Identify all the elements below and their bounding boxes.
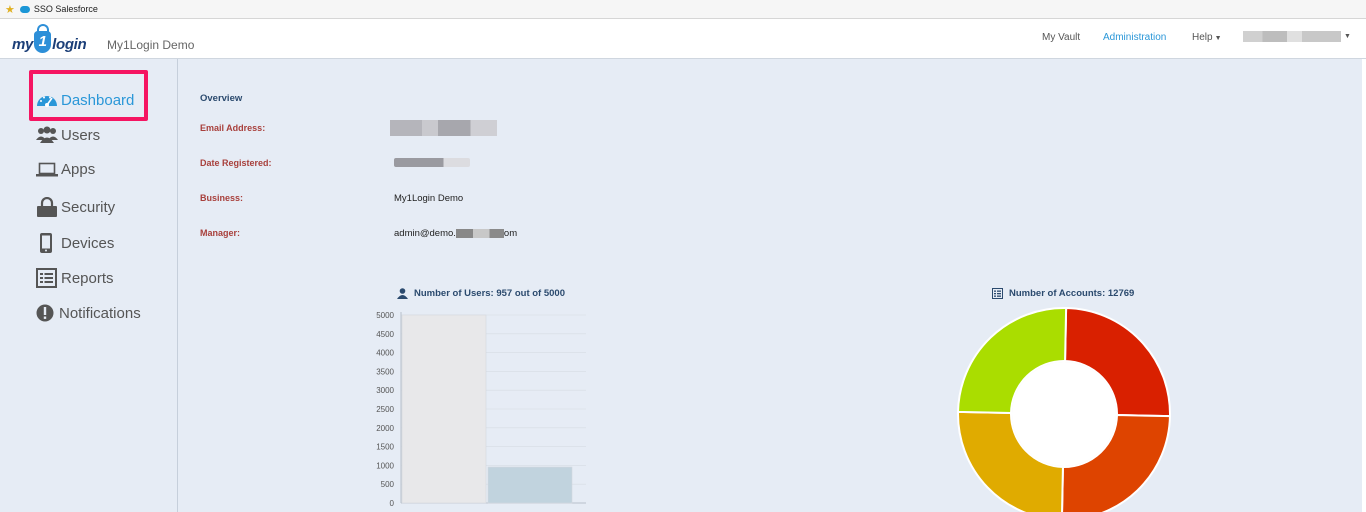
help-menu[interactable]: Help ▼ xyxy=(1192,32,1222,43)
y-tick-label: 500 xyxy=(381,480,395,489)
date-value-redacted xyxy=(394,158,470,167)
mobile-icon xyxy=(40,233,52,253)
user-icon xyxy=(397,288,408,299)
bookmark-sso-salesforce[interactable]: SSO Salesforce xyxy=(34,4,98,14)
y-tick-label: 2000 xyxy=(376,424,394,433)
my-vault-link[interactable]: My Vault xyxy=(1042,32,1080,43)
my1login-logo[interactable]: my 1 login xyxy=(12,24,87,53)
y-tick-label: 5000 xyxy=(376,311,394,320)
y-tick-label: 4000 xyxy=(376,349,394,358)
sidebar-item-reports[interactable]: Reports xyxy=(36,268,114,288)
user-menu[interactable] xyxy=(1243,31,1341,42)
lock-icon xyxy=(37,197,57,217)
chevron-down-icon: ▼ xyxy=(1214,35,1222,42)
logo-padlock-icon: 1 xyxy=(34,24,52,53)
sidebar-item-label: Notifications xyxy=(59,304,141,322)
business-value: My1Login Demo xyxy=(394,193,464,204)
email-label: Email Address: xyxy=(200,123,266,133)
overview-heading: Overview xyxy=(200,93,243,104)
sidebar-item-security[interactable]: Security xyxy=(36,197,115,217)
sidebar-item-label: Reports xyxy=(61,269,114,287)
business-label: Business: xyxy=(200,193,244,203)
star-icon: ★ xyxy=(5,3,15,16)
laptop-icon xyxy=(36,162,58,177)
date-registered-label: Date Registered: xyxy=(200,158,272,168)
y-tick-label: 2500 xyxy=(376,405,394,414)
y-tick-label: 4500 xyxy=(376,330,394,339)
manager-email-prefix: admin@demo. xyxy=(394,228,456,239)
highlight-annotation-box xyxy=(29,70,148,121)
sidebar-item-label: Users xyxy=(61,126,101,144)
bar[interactable] xyxy=(487,466,573,504)
sidebar-item-users[interactable]: Users xyxy=(36,126,100,144)
salesforce-icon xyxy=(19,5,30,13)
email-value-redacted xyxy=(390,120,497,136)
y-tick-label: 0 xyxy=(390,499,395,508)
reports-icon xyxy=(36,268,57,288)
logo-text-login: login xyxy=(52,36,87,53)
donut-hole xyxy=(1012,362,1116,466)
users-icon xyxy=(36,126,58,143)
app-title: My1Login Demo xyxy=(107,38,195,52)
sidebar-item-label: Devices xyxy=(61,234,115,252)
sidebar-item-notifications[interactable]: Notifications xyxy=(36,303,141,323)
sidebar-item-apps[interactable]: Apps xyxy=(36,160,95,178)
manager-value: admin@demo. om xyxy=(394,228,517,239)
user-chevron-down-icon[interactable]: ▼ xyxy=(1344,33,1351,40)
manager-email-suffix: om xyxy=(503,228,518,239)
manager-email-redacted xyxy=(455,228,504,238)
accounts-donut-chart xyxy=(957,307,1171,512)
users-chart-title-text: Number of Users: 957 out of 5000 xyxy=(414,288,565,299)
top-header: my 1 login My1Login Demo My Vault Administ… xyxy=(0,19,1366,59)
help-label: Help xyxy=(1192,32,1213,43)
users-bar-chart: 0 500 1000 1500 2000 2500 3000 3500 4000 4500 5000 xyxy=(376,311,586,508)
manager-label: Manager: xyxy=(200,228,241,238)
exclamation-icon xyxy=(36,304,54,322)
y-tick-label: 1500 xyxy=(376,443,394,452)
sidebar-item-devices[interactable]: Devices xyxy=(36,232,114,254)
sidebar-item-label: Security xyxy=(61,198,116,216)
sidebar-item-label: Apps xyxy=(61,160,96,178)
bar[interactable] xyxy=(401,314,487,504)
y-tick-label: 3500 xyxy=(376,367,394,376)
scrollbar-track[interactable] xyxy=(1362,59,1366,512)
bookmarks-bar: ★ SSO Salesforce xyxy=(0,0,1366,19)
logo-text-my: my xyxy=(12,36,34,53)
users-chart-title: Number of Users: 957 out of 5000 xyxy=(397,288,565,299)
y-tick-label: 3000 xyxy=(376,386,394,395)
administration-link[interactable]: Administration xyxy=(1103,32,1166,43)
y-tick-label: 1000 xyxy=(376,461,394,470)
